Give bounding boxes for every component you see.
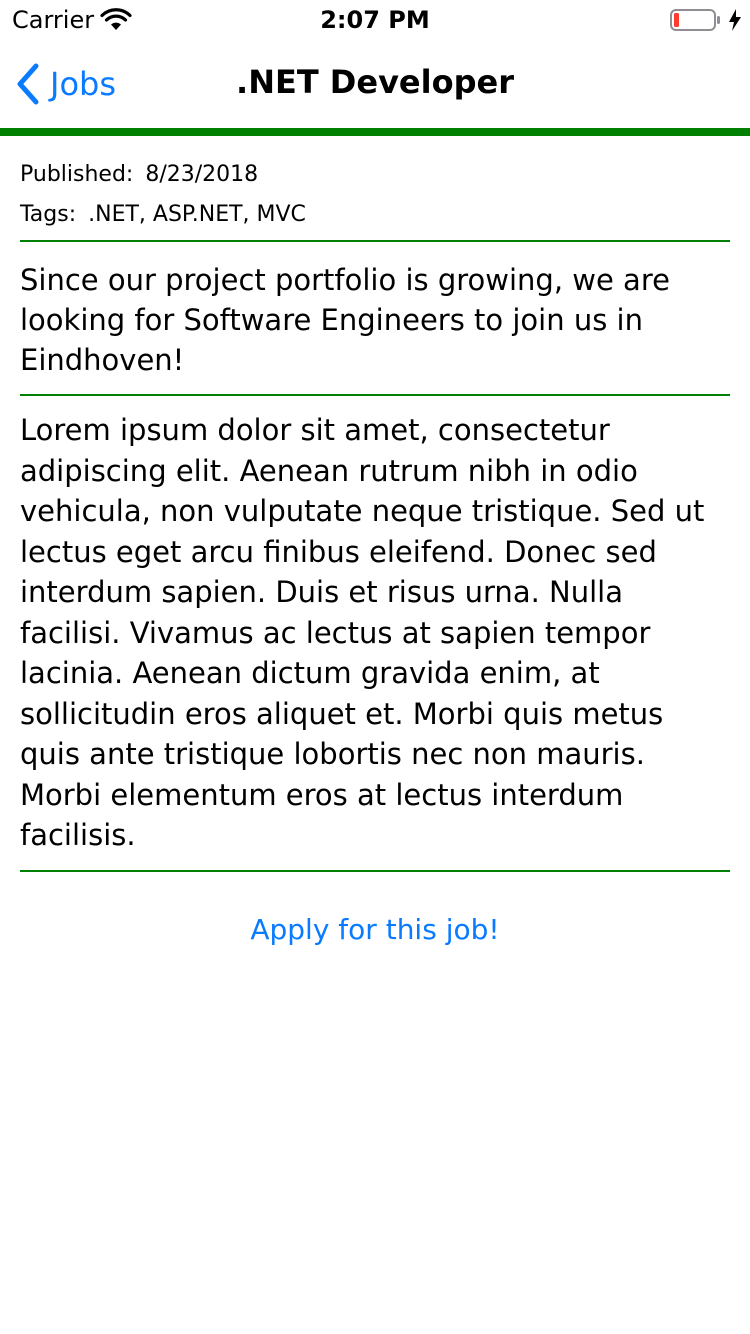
battery-icon: [670, 9, 720, 31]
job-detail-screen: Carrier 2:07 PM Jobs .NET Developer Publ: [0, 0, 750, 1334]
tags-label: Tags:: [20, 202, 77, 227]
job-description: Lorem ipsum dolor sit amet, consectetur …: [20, 413, 705, 852]
charging-bolt-icon: [729, 9, 741, 31]
tags-value: .NET, ASP.NET, MVC: [88, 202, 306, 227]
page-title: .NET Developer: [236, 63, 514, 101]
navigation-bar: Jobs .NET Developer: [0, 40, 750, 128]
apply-button[interactable]: Apply for this job!: [20, 912, 730, 948]
divider: [20, 869, 730, 872]
published-label: Published:: [20, 162, 134, 187]
status-bar: Carrier 2:07 PM: [0, 0, 750, 40]
job-content: Published: 8/23/2018 Tags: .NET, ASP.NET, …: [20, 160, 730, 948]
nav-accent-bar: [0, 128, 750, 136]
published-row: Published: 8/23/2018: [20, 160, 730, 190]
status-time: 2:07 PM: [320, 6, 430, 34]
tags-row: Tags: .NET, ASP.NET, MVC: [20, 200, 730, 230]
published-value: 8/23/2018: [145, 162, 259, 187]
job-summary: Since our project portfolio is growing, …: [20, 263, 670, 377]
